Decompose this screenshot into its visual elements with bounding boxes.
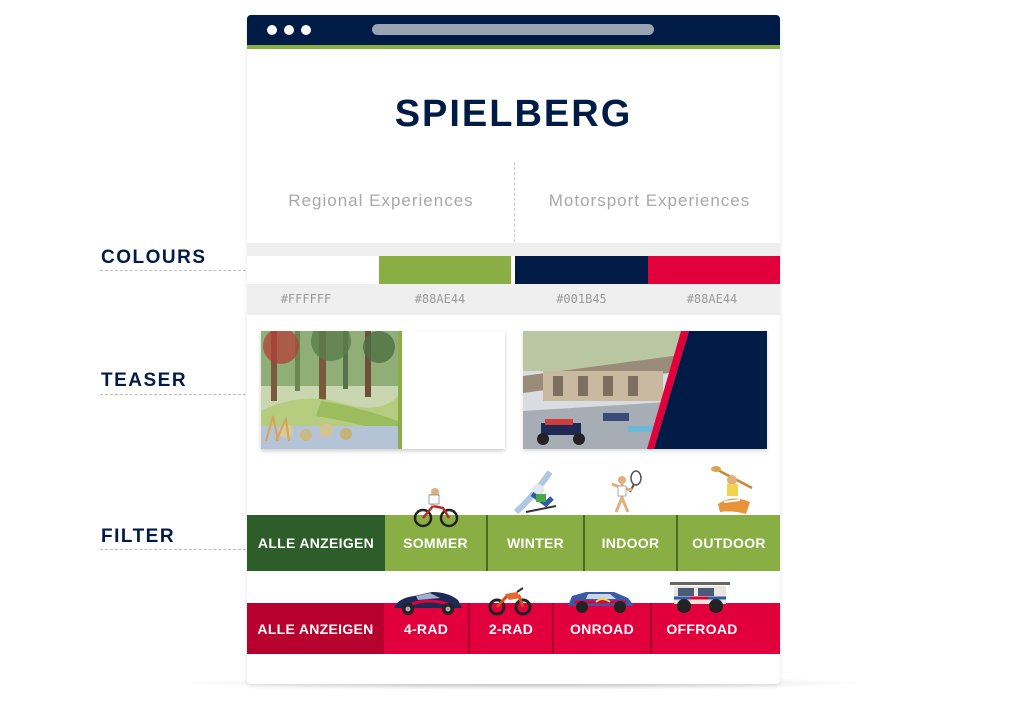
tennis-player-icon: [606, 470, 646, 521]
cyclist-icon: [413, 486, 459, 533]
teaser-section-label: TEASER: [101, 370, 188, 391]
hex-label-navy: #001B45: [556, 292, 607, 306]
window-dot-icon[interactable]: [301, 25, 311, 35]
hex-label-white: #FFFFFF: [280, 292, 332, 306]
regional-filter-bar: ALLE ANZEIGEN SOMMER WINTER INDOOR OUTDO…: [247, 515, 780, 571]
browser-topbar: [247, 15, 780, 49]
motocross-bike-icon: [487, 584, 533, 621]
kayaker-icon: [710, 464, 756, 521]
swatch-navy: [515, 256, 648, 284]
rally-car-icon: [566, 586, 636, 619]
regional-experiences-label[interactable]: Regional Experiences: [261, 191, 501, 211]
offroad-truck-icon: [668, 582, 734, 619]
filter-winter[interactable]: WINTER: [488, 515, 583, 571]
experience-divider: [514, 162, 515, 242]
colours-leader-line: [100, 270, 246, 271]
racetrack-illustration: [523, 331, 767, 449]
address-bar[interactable]: [372, 24, 654, 35]
filter-section-label: FILTER: [101, 526, 176, 547]
regional-teaser-card[interactable]: [261, 331, 505, 449]
window-dot-icon[interactable]: [284, 25, 294, 35]
motorsport-teaser-card[interactable]: [523, 331, 767, 449]
swatch-red: [648, 256, 780, 284]
window-dot-icon[interactable]: [267, 25, 277, 35]
swatch-green: [379, 256, 511, 284]
filter-leader-line: [100, 549, 246, 550]
hex-label-red: #88AE44: [686, 292, 738, 306]
teaser-leader-line: [100, 394, 246, 395]
colour-band-top: [247, 243, 780, 256]
filter-alle-anzeigen-motorsport[interactable]: ALLE ANZEIGEN: [247, 603, 384, 654]
swatch-white: [247, 256, 378, 284]
filter-outdoor[interactable]: OUTDOOR: [678, 515, 780, 571]
hex-label-green: #88AE44: [414, 292, 466, 306]
colours-section-label: COLOURS: [101, 247, 207, 268]
skier-icon: [512, 468, 558, 523]
filter-indoor[interactable]: INDOOR: [585, 515, 676, 571]
sports-car-icon: [392, 588, 464, 621]
forest-illustration: [261, 331, 505, 449]
filter-alle-anzeigen-regional[interactable]: ALLE ANZEIGEN: [247, 515, 385, 571]
page-title: SPIELBERG: [394, 93, 633, 135]
motorsport-experiences-label[interactable]: Motorsport Experiences: [527, 191, 772, 211]
